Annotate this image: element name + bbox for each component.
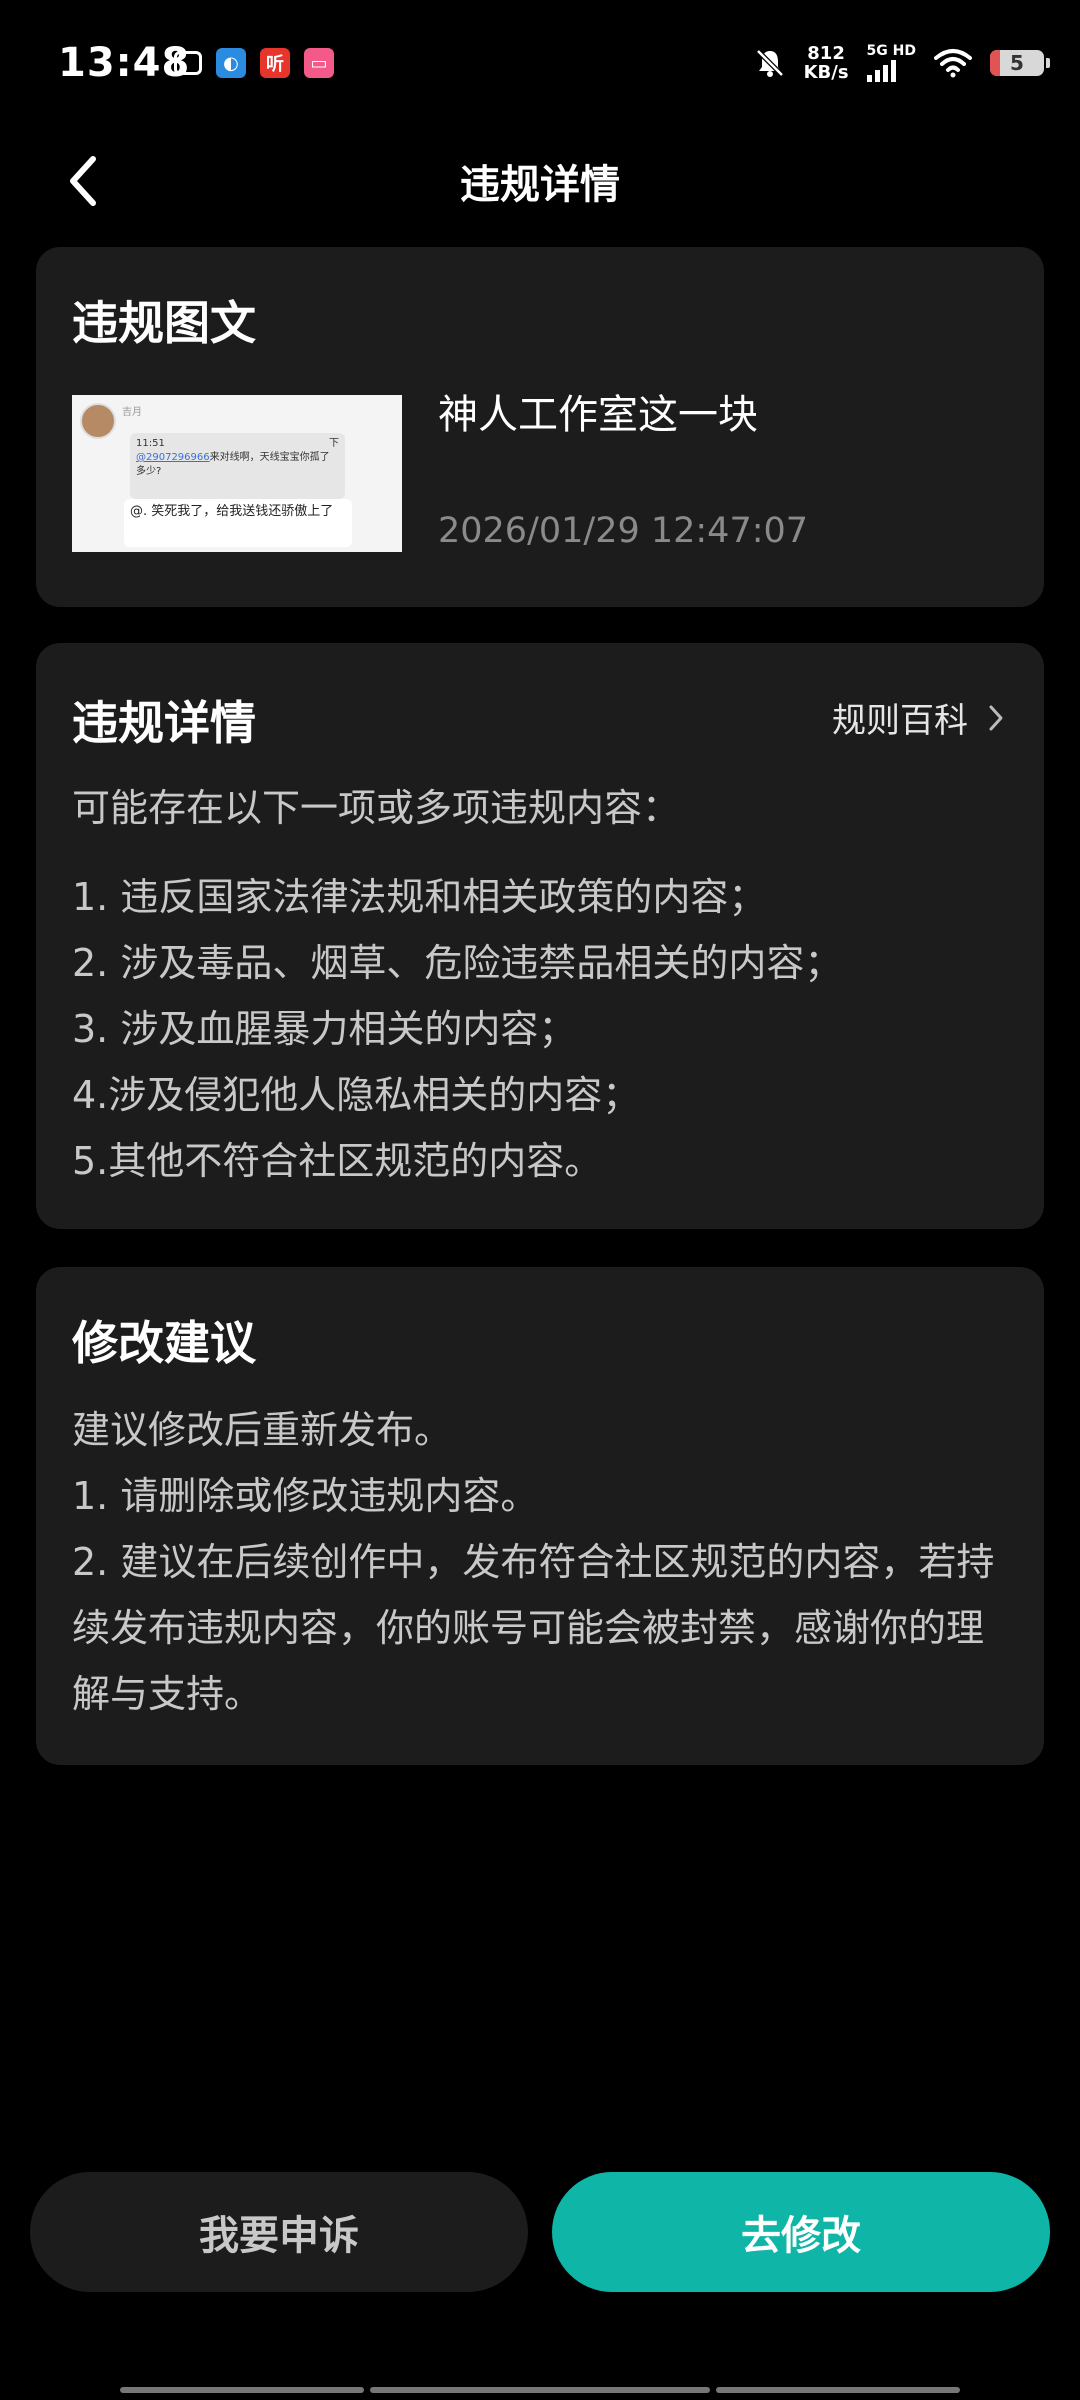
rules-wiki-label: 规则百科 [832, 701, 968, 741]
page-title: 违规详情 [460, 162, 620, 208]
chevron-right-icon [989, 705, 1003, 730]
post-title: 神人工作室这一块 [438, 392, 758, 438]
rules-wiki-link[interactable]: 规则百科 [832, 693, 1004, 742]
network-speed: 812 KB/s [803, 43, 849, 83]
status-right: 812 KB/s 5G HD 5 [754, 43, 1050, 83]
suggestion-line: 1. 请删除或修改违规内容。 [72, 1474, 539, 1518]
suggestion-line: 建议修改后重新发布。 [72, 1408, 453, 1452]
list-item: 3. 涉及血腥暴力相关的内容； [72, 1007, 577, 1051]
edit-button[interactable]: 去修改 [552, 2172, 1050, 2292]
nav-gesture-bar[interactable] [716, 2387, 960, 2393]
list-item: 1. 违反国家法律法规和相关政策的内容； [72, 875, 767, 919]
violation-details-card: 违规详情 规则百科 可能存在以下一项或多项违规内容： 1. 违反国家法律法规和相… [36, 643, 1044, 1229]
post-timestamp: 2026/01/29 12:47:07 [438, 511, 809, 551]
wifi-icon [934, 49, 972, 78]
thumbnail-reply: @. 笑死我了，给我送钱还骄傲上了 [124, 499, 352, 547]
suggestions-card: 修改建议 建议修改后重新发布。 1. 请删除或修改违规内容。 2. 建议在后续创… [36, 1267, 1044, 1765]
status-bar: 13:48 ◐ 听 ▭ 812 KB/s 5G HD 5 [0, 0, 1080, 132]
ting-icon: 听 [260, 48, 290, 78]
violation-content-card: 违规图文 吉月 11:51 下 @2907296966来对线啊，天线宝宝你孤了多少… [36, 247, 1044, 607]
browser-icon: ◐ [216, 48, 246, 78]
list-item: 2. 涉及毒品、烟草、危险违禁品相关的内容； [72, 941, 843, 985]
signal-bars-icon [866, 58, 896, 82]
card-heading: 违规详情 [72, 696, 256, 750]
status-time: 13:48 [58, 40, 191, 86]
mute-bell-icon [755, 49, 784, 77]
top-app-bar: 违规详情 [0, 132, 1080, 232]
thumbnail-message: 11:51 下 @2907296966来对线啊，天线宝宝你孤了多少? [130, 433, 345, 499]
appeal-button[interactable]: 我要申诉 [30, 2172, 528, 2292]
details-intro: 可能存在以下一项或多项违规内容： [72, 786, 681, 830]
battery-icon: 5 [990, 50, 1050, 76]
post-thumbnail[interactable]: 吉月 11:51 下 @2907296966来对线啊，天线宝宝你孤了多少? @. … [72, 395, 402, 552]
card-heading: 修改建议 [72, 1316, 256, 1370]
list-item: 4.涉及侵犯他人隐私相关的内容； [72, 1073, 641, 1117]
bilibili-icon: ▭ [304, 48, 334, 78]
suggestion-text: 建议修改后重新发布。 1. 请删除或修改违规内容。 2. 建议在后续创作中，发布… [72, 1397, 1012, 1727]
nav-gesture-bar[interactable] [370, 2387, 710, 2393]
list-item: 5.其他不符合社区规范的内容。 [72, 1139, 603, 1183]
signal: 5G HD [866, 44, 916, 82]
tv-icon [174, 51, 202, 75]
avatar [80, 403, 116, 439]
nav-gesture-bar[interactable] [120, 2387, 364, 2393]
card-heading: 违规图文 [72, 296, 256, 350]
notification-icons: ◐ 听 ▭ [174, 48, 334, 78]
violation-list: 1. 违反国家法律法规和相关政策的内容； 2. 涉及毒品、烟草、危险违禁品相关的… [72, 864, 842, 1194]
suggestion-line: 2. 建议在后续创作中，发布符合社区规范的内容，若持续发布违规内容，你的账号可能… [72, 1540, 995, 1716]
